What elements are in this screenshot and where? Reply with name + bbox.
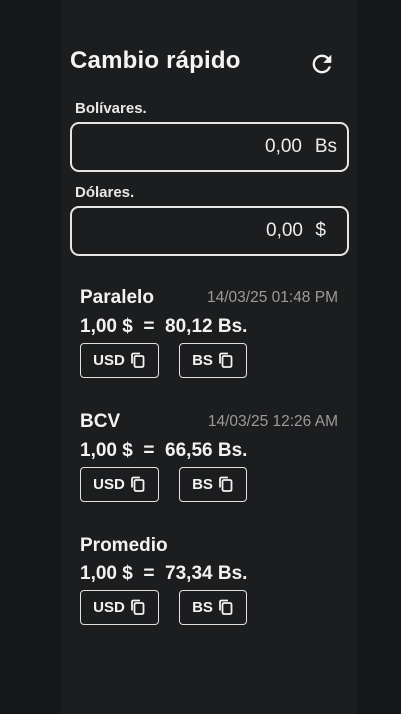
rate-name-promedio: Promedio xyxy=(80,535,168,556)
refresh-icon xyxy=(312,54,332,74)
bolivares-label: Bolívares. xyxy=(75,100,147,117)
copy-usd-label: USD xyxy=(93,599,125,616)
rate-equation-paralelo: 1,00 $ = 80,12 Bs. xyxy=(80,316,248,337)
rate-date-bcv: 14/03/25 12:26 AM xyxy=(207,413,338,430)
copy-usd-button-promedio[interactable]: USD xyxy=(80,590,159,625)
rate-name-paralelo: Paralelo xyxy=(80,287,154,308)
copy-icon xyxy=(130,476,145,492)
copy-usd-label: USD xyxy=(93,352,125,369)
bolivares-unit: Bs xyxy=(314,136,337,157)
rate-equation-promedio: 1,00 $ = 73,34 Bs. xyxy=(80,563,248,584)
page: Cambio rápido Bolívares. 0,00 Bs Dólares… xyxy=(0,0,401,714)
copy-bs-button-bcv[interactable]: BS xyxy=(179,467,247,502)
bolivares-value: 0,00 xyxy=(265,136,302,157)
refresh-button[interactable] xyxy=(308,50,336,78)
page-title: Cambio rápido xyxy=(70,47,241,74)
copy-bs-button-promedio[interactable]: BS xyxy=(179,590,247,625)
copy-usd-label: USD xyxy=(93,476,125,493)
copy-icon xyxy=(130,352,145,368)
dolares-value: 0,00 xyxy=(266,220,303,241)
copy-bs-label: BS xyxy=(192,352,213,369)
copy-icon xyxy=(219,599,233,615)
rate-date-paralelo: 14/03/25 01:48 PM xyxy=(207,289,338,306)
rate-name-bcv: BCV xyxy=(80,411,121,432)
dolares-label: Dólares. xyxy=(75,184,135,201)
dolares-field[interactable]: 0,00 $ xyxy=(70,206,349,256)
copy-icon xyxy=(130,599,145,615)
copy-icon xyxy=(219,476,233,492)
copy-bs-label: BS xyxy=(192,599,213,616)
dolares-unit: $ xyxy=(315,220,326,241)
copy-bs-label: BS xyxy=(192,476,213,493)
copy-bs-button-paralelo[interactable]: BS xyxy=(179,343,247,378)
rate-equation-bcv: 1,00 $ = 66,56 Bs. xyxy=(80,440,248,461)
copy-usd-button-bcv[interactable]: USD xyxy=(80,467,159,502)
copy-usd-button-paralelo[interactable]: USD xyxy=(80,343,159,378)
copy-icon xyxy=(219,352,233,368)
bolivares-field[interactable]: 0,00 Bs xyxy=(70,122,349,172)
